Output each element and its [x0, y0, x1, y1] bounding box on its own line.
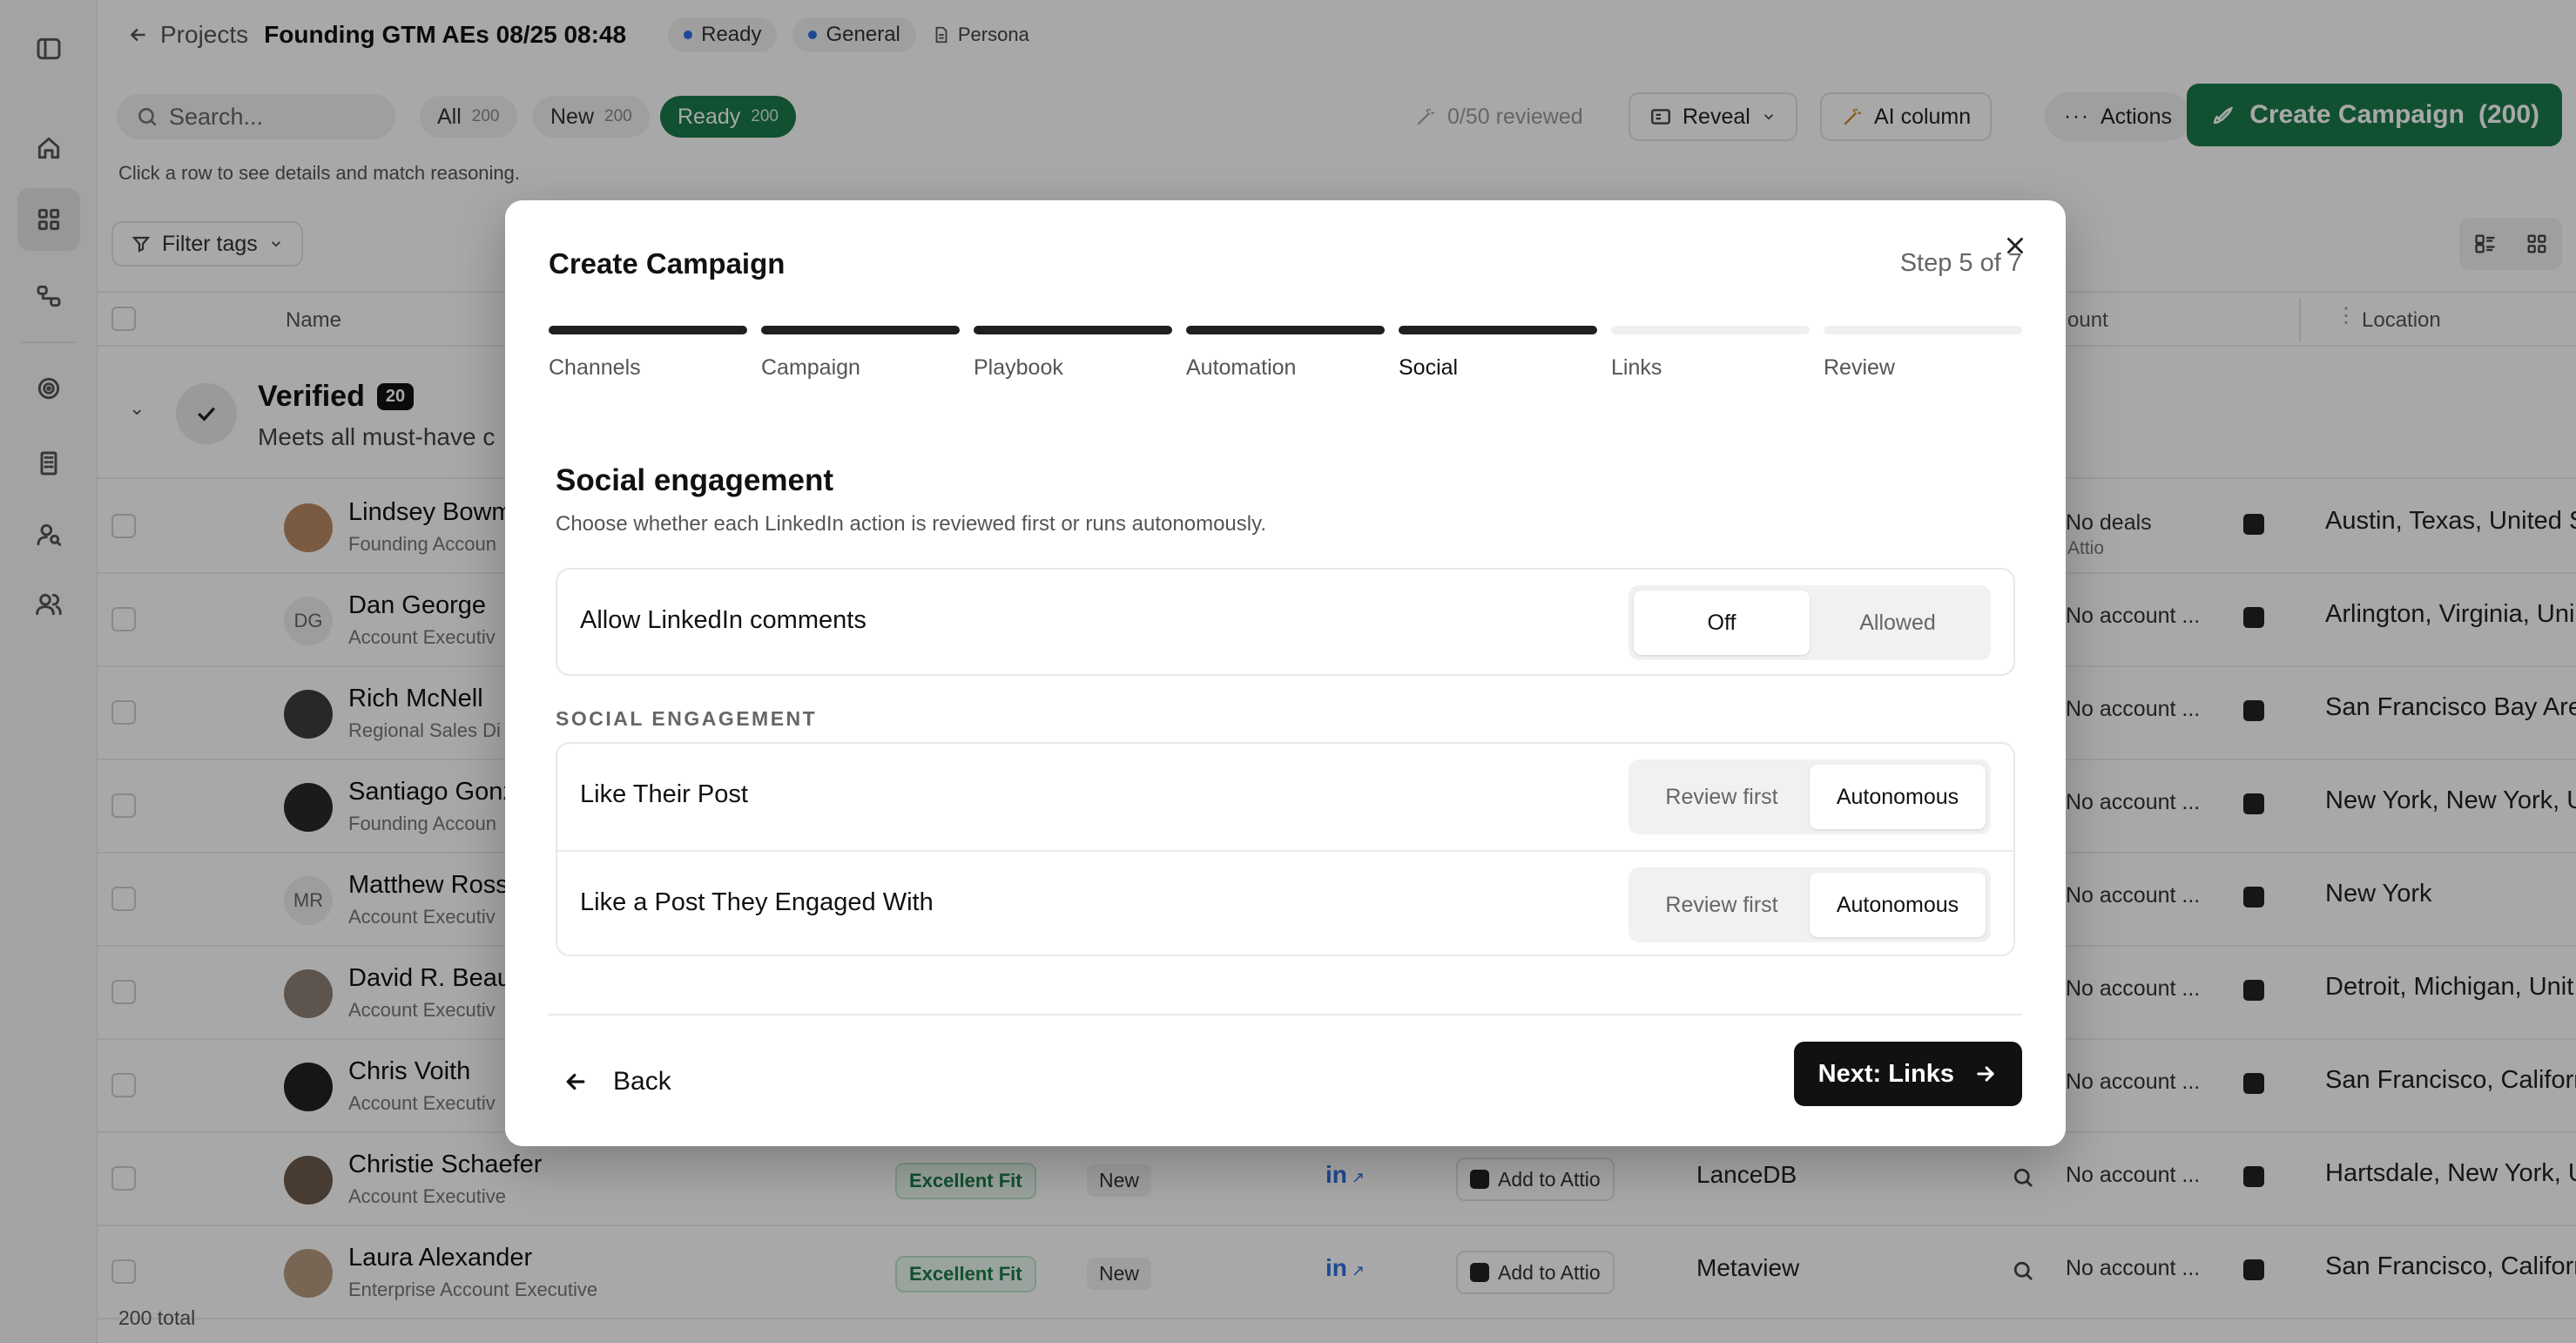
- back-label: Back: [613, 1067, 671, 1096]
- step-label: Review: [1824, 355, 1895, 380]
- step-label: Links: [1611, 355, 1662, 380]
- back-button[interactable]: Back: [563, 1057, 671, 1106]
- review-first-option[interactable]: Review first: [1634, 765, 1810, 829]
- step-progress: Channels Campaign Playbook Automation Social…: [549, 326, 2022, 387]
- step-channels: Channels: [549, 326, 747, 387]
- autonomous-option[interactable]: Autonomous: [1810, 873, 1986, 937]
- like-engaged-post-label: Like a Post They Engaged With: [580, 888, 934, 916]
- comments-toggle[interactable]: Off Allowed: [1629, 585, 1991, 660]
- arrow-right-icon: [1977, 1066, 1994, 1082]
- footer-divider: [549, 1014, 2022, 1016]
- step-bar: [549, 326, 747, 334]
- step-automation: Automation: [1186, 326, 1385, 387]
- like-engaged-post-toggle[interactable]: Review first Autonomous: [1629, 867, 1991, 942]
- modal-title: Create Campaign: [549, 247, 786, 280]
- social-actions-card: Like Their Post Review first Autonomous …: [556, 742, 2015, 956]
- step-bar: [1824, 326, 2022, 334]
- close-button[interactable]: [1999, 230, 2031, 261]
- step-social: Social: [1399, 326, 1597, 387]
- create-campaign-modal: Create Campaign Step 5 of 7 Channels Camp…: [505, 200, 2066, 1146]
- next-label: Next: Links: [1817, 1059, 1954, 1088]
- step-bar: [1611, 326, 1810, 334]
- step-review: Review: [1824, 326, 2022, 387]
- comments-allowed-option[interactable]: Allowed: [1810, 591, 1986, 655]
- comments-card: Allow LinkedIn comments Off Allowed: [556, 568, 2015, 676]
- review-first-option[interactable]: Review first: [1634, 873, 1810, 937]
- step-playbook: Playbook: [974, 326, 1172, 387]
- autonomous-option[interactable]: Autonomous: [1810, 765, 1986, 829]
- step-label: Playbook: [974, 355, 1063, 380]
- like-their-post-label: Like Their Post: [580, 780, 748, 808]
- next-button[interactable]: Next: Links: [1793, 1042, 2022, 1106]
- social-engagement-group-label: SOCIAL ENGAGEMENT: [556, 707, 818, 730]
- step-label: Automation: [1186, 355, 1297, 380]
- step-links: Links: [1611, 326, 1810, 387]
- step-label: Social: [1399, 355, 1459, 380]
- step-label: Channels: [549, 355, 641, 380]
- like-their-post-row: Like Their Post Review first Autonomous: [557, 744, 2013, 848]
- section-title: Social engagement: [556, 463, 833, 497]
- comments-row: Allow LinkedIn comments Off Allowed: [557, 570, 2013, 674]
- comments-off-option[interactable]: Off: [1634, 591, 1810, 655]
- comments-label: Allow LinkedIn comments: [580, 606, 867, 634]
- close-icon: [2007, 238, 2023, 253]
- step-bar: [974, 326, 1172, 334]
- step-bar: [1399, 326, 1597, 334]
- like-engaged-post-row: Like a Post They Engaged With Review fir…: [557, 850, 2013, 955]
- arrow-left-icon: [566, 1073, 585, 1090]
- step-bar: [1186, 326, 1385, 334]
- step-campaign: Campaign: [761, 326, 960, 387]
- step-label: Campaign: [761, 355, 860, 380]
- section-description: Choose whether each LinkedIn action is r…: [556, 512, 1266, 536]
- like-their-post-toggle[interactable]: Review first Autonomous: [1629, 759, 1991, 834]
- step-bar: [761, 326, 960, 334]
